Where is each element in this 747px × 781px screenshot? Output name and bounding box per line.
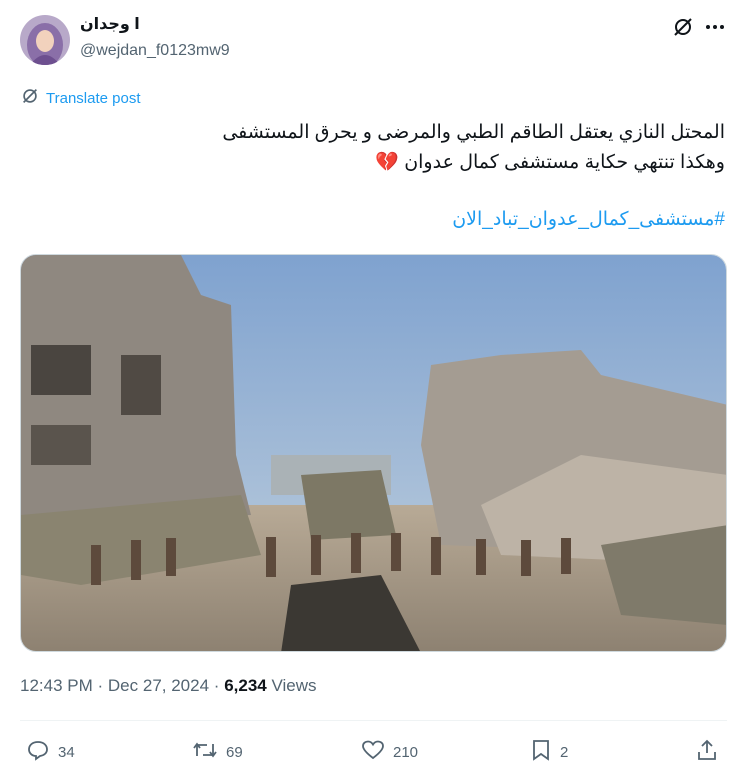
bookmark-button[interactable]: 2: [530, 738, 568, 766]
reply-icon: [26, 738, 50, 766]
divider: [20, 720, 727, 721]
bookmark-count: 2: [560, 743, 569, 761]
reply-button[interactable]: 34: [26, 738, 75, 766]
meta-separator: ·: [213, 676, 220, 695]
meta-separator: ·: [97, 676, 104, 695]
reply-count: 34: [58, 743, 75, 761]
translate-label: Translate post: [46, 89, 141, 107]
views-count: 6,234: [224, 676, 267, 695]
heart-icon: [361, 738, 385, 766]
grok-icon[interactable]: [672, 16, 694, 43]
post-line-1: المحتل النازي يعتقل الطاقم الطبي والمرضى…: [222, 122, 725, 143]
like-button[interactable]: 210: [361, 738, 418, 766]
hashtag-link[interactable]: #مستشفى_كمال_عدوان_تباد_الان: [452, 208, 725, 231]
repost-count: 69: [226, 743, 243, 761]
views-label: Views: [271, 676, 317, 695]
user-handle[interactable]: @wejdan_f0123mw9: [80, 42, 230, 60]
post-photo[interactable]: [20, 254, 727, 652]
post-meta: 12:43 PM · Dec 27, 2024 · 6,234 Views: [20, 676, 317, 696]
post-line-2-text: وهكذا تنتهي حكاية مستشفى كمال عدوان: [404, 152, 725, 173]
post-line-2: وهكذا تنتهي حكاية مستشفى كمال عدوان 💔: [25, 148, 725, 178]
repost-button[interactable]: 69: [192, 738, 243, 766]
repost-icon: [192, 738, 218, 766]
avatar[interactable]: [20, 15, 70, 65]
post-date[interactable]: Dec 27, 2024: [108, 676, 209, 695]
broken-heart-emoji: 💔: [375, 152, 399, 173]
bookmark-icon: [530, 738, 552, 766]
more-options-icon[interactable]: [704, 16, 726, 43]
like-count: 210: [393, 743, 419, 761]
post-text: المحتل النازي يعتقل الطاقم الطبي والمرضى…: [25, 118, 725, 178]
share-icon: [696, 738, 718, 766]
share-button[interactable]: [696, 738, 718, 766]
translate-post-link[interactable]: Translate post: [20, 86, 141, 110]
post-time[interactable]: 12:43 PM: [20, 676, 93, 695]
display-name[interactable]: ا وجدان: [80, 14, 140, 34]
translate-icon: [20, 86, 40, 110]
